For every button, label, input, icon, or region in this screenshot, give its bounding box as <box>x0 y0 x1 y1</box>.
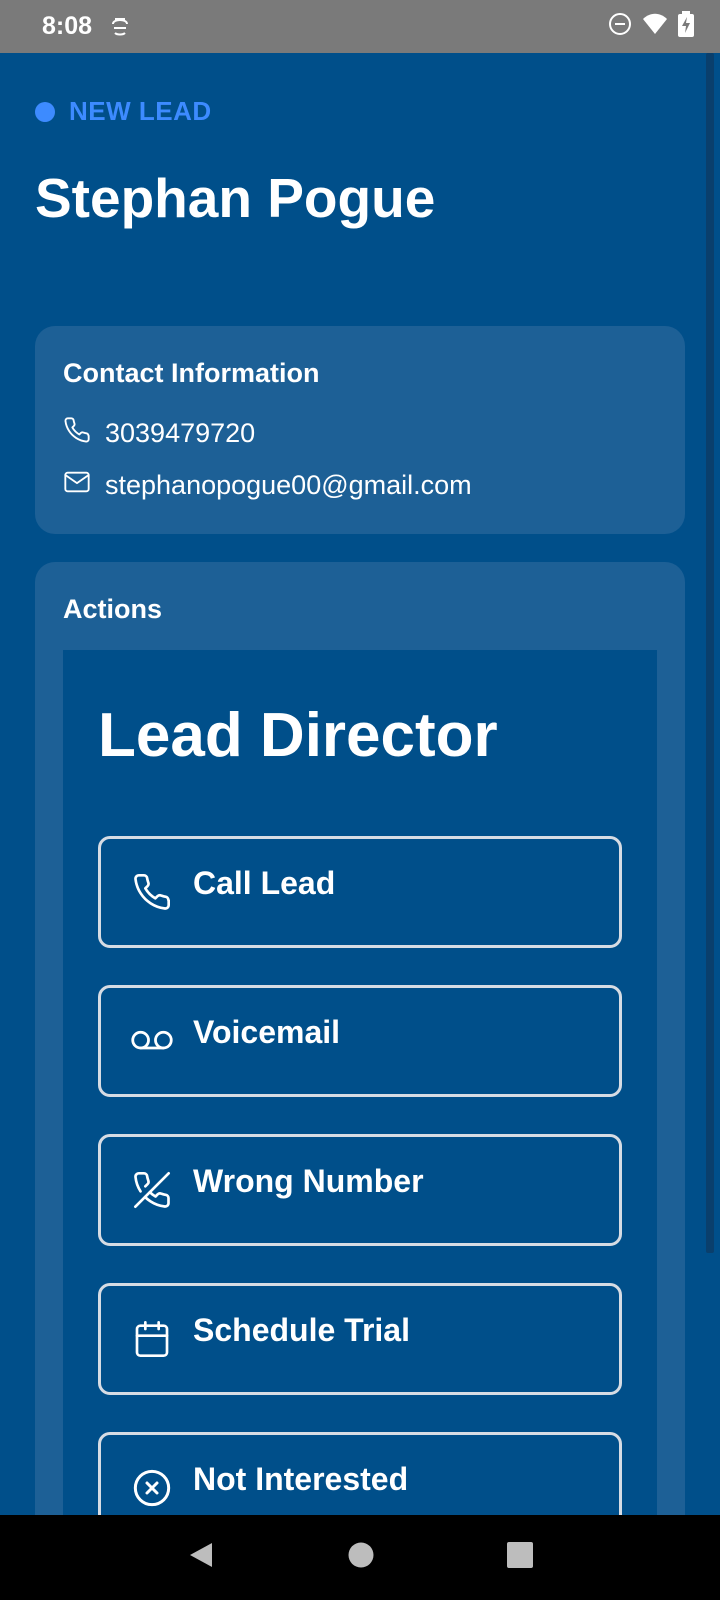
phone-off-icon <box>131 1169 173 1211</box>
contact-card-title: Contact Information <box>63 358 320 388</box>
call-lead-label: Call Lead <box>193 864 336 901</box>
lead-director-panel: Lead Director Call Lead Voicemail Wrong … <box>63 650 657 1600</box>
contact-email: stephanopogue00@gmail.com <box>105 470 472 500</box>
lead-status-label: NEW LEAD <box>69 96 212 126</box>
phone-icon <box>131 871 173 913</box>
contact-phone-row[interactable]: 3039479720 <box>63 416 255 451</box>
battery-charging-icon <box>678 11 694 42</box>
lead-status-badge: NEW LEAD <box>35 96 212 127</box>
x-circle-icon <box>131 1467 173 1509</box>
voicemail-button[interactable]: Voicemail <box>98 985 622 1097</box>
schedule-trial-label: Schedule Trial <box>193 1311 410 1348</box>
wrong-number-label: Wrong Number <box>193 1162 424 1199</box>
contact-email-row[interactable]: stephanopogue00@gmail.com <box>63 468 472 503</box>
contact-phone: 3039479720 <box>105 418 256 448</box>
do-not-disturb-icon <box>608 12 632 41</box>
contact-information-card: Contact Information 3039479720 stephanop… <box>35 326 685 534</box>
scrollbar[interactable] <box>706 53 714 1253</box>
status-time: 8:08 <box>42 12 93 40</box>
wifi-icon <box>642 13 668 40</box>
back-icon[interactable] <box>186 1540 216 1575</box>
app-notification-icon <box>110 16 130 38</box>
call-lead-button[interactable]: Call Lead <box>98 836 622 948</box>
voicemail-label: Voicemail <box>193 1013 341 1050</box>
wrong-number-button[interactable]: Wrong Number <box>98 1134 622 1246</box>
lead-name: Stephan Pogue <box>35 167 436 229</box>
calendar-icon <box>131 1318 173 1360</box>
actions-card: Actions Lead Director Call Lead Voicemai… <box>35 562 685 1600</box>
mail-icon <box>63 468 91 503</box>
voicemail-icon <box>131 1020 173 1062</box>
home-icon[interactable] <box>347 1541 375 1574</box>
lead-director-title: Lead Director <box>98 701 498 770</box>
schedule-trial-button[interactable]: Schedule Trial <box>98 1283 622 1395</box>
actions-card-title: Actions <box>63 594 163 624</box>
status-bar: 8:08 <box>0 0 720 53</box>
recents-icon[interactable] <box>506 1541 534 1574</box>
phone-icon <box>63 416 91 451</box>
system-navigation-bar <box>0 1515 720 1600</box>
not-interested-label: Not Interested <box>193 1460 409 1497</box>
status-dot-icon <box>35 101 55 122</box>
